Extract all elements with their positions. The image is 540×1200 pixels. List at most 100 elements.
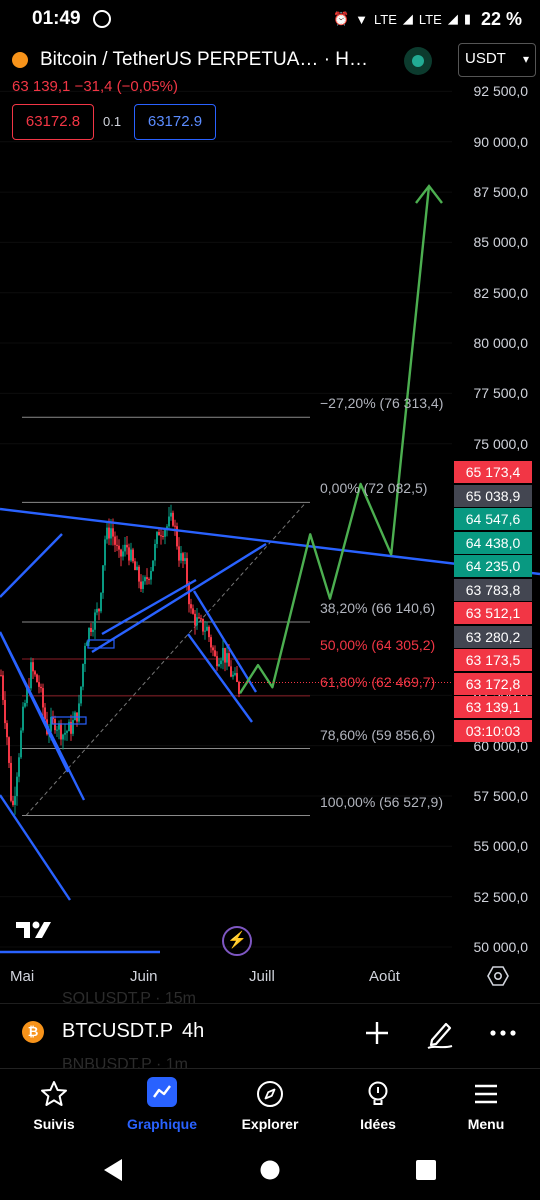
candle-body <box>142 581 144 589</box>
fib-level-label: 38,20% (66 140,6) <box>320 600 436 617</box>
candle-body <box>190 604 192 609</box>
candle-body <box>234 673 236 675</box>
price-axis-label: 50 000,0 <box>473 938 529 955</box>
candle-body <box>60 723 62 740</box>
candle-body <box>102 565 104 593</box>
candle-body <box>18 757 20 777</box>
lightning-icon[interactable]: ⚡ <box>222 926 252 956</box>
candle-body <box>106 527 108 540</box>
interval-selector[interactable]: 4h <box>182 1020 204 1043</box>
candle-body <box>100 592 102 612</box>
candle-body <box>172 512 174 526</box>
candle-body <box>32 662 34 672</box>
candle-body <box>204 630 206 632</box>
price-tag: 63 280,2 <box>454 625 532 648</box>
price-axis-label: 87 500,0 <box>473 184 529 201</box>
candle-body <box>150 571 152 580</box>
candle-body <box>208 626 210 638</box>
candle-body <box>212 647 214 651</box>
market-open-icon[interactable] <box>404 47 432 75</box>
candle-body <box>72 720 74 734</box>
candle-body <box>206 626 208 631</box>
price-axis-label: 82 500,0 <box>473 284 529 301</box>
candle-body <box>64 732 66 735</box>
bitcoin-logo-icon <box>12 52 28 68</box>
nav-watchlist[interactable]: Suivis <box>0 1069 108 1141</box>
candle-body <box>40 686 42 689</box>
price-tag: 63 172,8 <box>454 672 532 695</box>
back-icon[interactable] <box>104 1159 122 1181</box>
candle-body <box>104 539 106 566</box>
candle-body <box>186 558 188 585</box>
price-axis-label: 77 500,0 <box>473 385 529 402</box>
trend-line <box>192 590 258 693</box>
buy-button[interactable]: 63172.9 <box>134 104 216 140</box>
trend-line <box>0 533 63 598</box>
more-icon[interactable] <box>488 1018 518 1048</box>
candle-body <box>14 796 16 805</box>
candle-body <box>194 613 196 626</box>
candle-body <box>222 647 224 661</box>
candle-body <box>56 729 58 731</box>
candle-body <box>22 706 24 731</box>
candle-body <box>112 528 114 537</box>
nav-ideas[interactable]: Idées <box>324 1069 432 1141</box>
nav-menu[interactable]: Menu <box>432 1069 540 1141</box>
chart-settings-icon[interactable] <box>487 965 509 987</box>
nav-explore[interactable]: Explorer <box>216 1069 324 1141</box>
currency-select[interactable]: USDT ▾ <box>458 43 536 77</box>
candle-body <box>130 549 132 561</box>
time-label-july: Juill <box>249 968 275 985</box>
candle-body <box>200 618 202 620</box>
candle-body <box>68 721 70 732</box>
candle-body <box>156 532 158 545</box>
home-icon[interactable] <box>260 1160 280 1180</box>
recents-icon[interactable] <box>416 1160 436 1180</box>
trend-line <box>187 633 253 723</box>
candle-body <box>158 532 160 536</box>
candle-body <box>74 712 76 721</box>
hamburger-icon <box>475 1084 497 1104</box>
nav-chart[interactable]: Graphique <box>108 1069 216 1141</box>
price-axis-label: 80 000,0 <box>473 335 529 352</box>
candle-body <box>44 707 46 720</box>
candle-body <box>230 666 232 677</box>
sell-button[interactable]: 63172.8 <box>12 104 94 140</box>
pen-icon[interactable] <box>424 1018 456 1050</box>
candle-body <box>136 566 138 571</box>
candle-body <box>122 551 124 557</box>
price-axis-label: 57 500,0 <box>473 787 529 804</box>
candle-body <box>184 558 186 561</box>
price-tag: 63 173,5 <box>454 649 532 671</box>
price-axis-label: 75 000,0 <box>473 435 529 452</box>
candle-body <box>110 528 112 539</box>
price-tag: 03:10:03 <box>454 719 532 742</box>
plus-icon[interactable] <box>362 1018 392 1048</box>
candle-body <box>126 544 128 548</box>
price-tag: 63 783,8 <box>454 578 532 601</box>
candle-body <box>36 674 38 683</box>
price-tag: 65 038,9 <box>454 484 532 507</box>
candle-body <box>210 637 212 648</box>
candle-body <box>236 673 238 682</box>
symbol-title[interactable]: Bitcoin / TetherUS PERPETUA… · H… <box>40 49 368 71</box>
price-axis-label: 85 000,0 <box>473 234 529 251</box>
candle-body <box>2 675 4 700</box>
candle-body <box>114 536 116 545</box>
candle-body <box>90 627 92 632</box>
time-label-may: Mai <box>10 968 35 985</box>
chart-line-icon <box>153 1085 171 1098</box>
candle-body <box>178 546 180 561</box>
star-icon <box>41 1081 67 1106</box>
symbol-bar: SOLUSDT.P · 15m ₿ BTCUSDT.P 4h BNBUSDT.P… <box>0 990 540 1073</box>
candle-body <box>182 553 184 561</box>
candle-body <box>10 762 12 801</box>
candle-body <box>120 549 122 557</box>
candle-body <box>224 647 226 663</box>
candle-body <box>128 547 130 561</box>
chevron-down-icon: ▾ <box>522 52 529 66</box>
lightbulb-icon <box>368 1081 388 1105</box>
candle-body <box>214 650 216 657</box>
compass-icon <box>257 1081 283 1107</box>
symbol-name[interactable]: BTCUSDT.P <box>62 1020 173 1043</box>
